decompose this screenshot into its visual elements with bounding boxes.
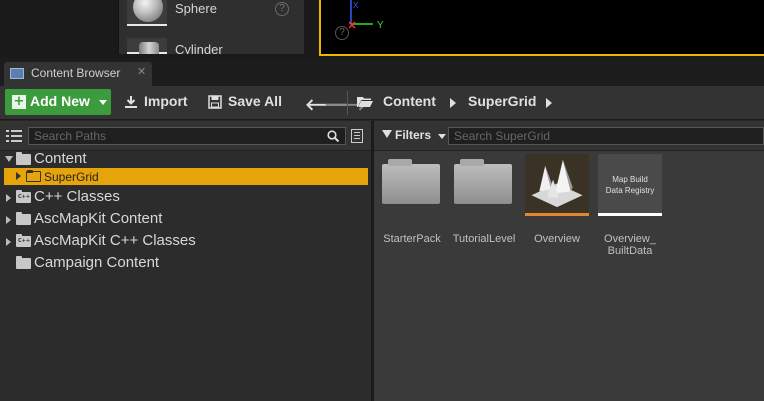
asset-thumbnail xyxy=(454,154,518,216)
folder-open-icon xyxy=(357,97,373,107)
cylinder-thumbnail xyxy=(127,38,167,54)
import-button[interactable]: Import xyxy=(124,93,194,113)
asset-name: Overview xyxy=(534,233,580,245)
map-build-data-thumbnail: Map Build Data Registry xyxy=(598,154,662,216)
add-new-label: Add New xyxy=(30,93,90,109)
axis-y-label: Y xyxy=(377,20,384,31)
place-item-label: Cylinder xyxy=(175,42,223,54)
folder-icon xyxy=(382,159,440,204)
import-icon xyxy=(125,96,137,108)
folder-icon xyxy=(16,256,31,269)
cpp-folder-icon: C++ xyxy=(16,190,31,203)
asset-search-placeholder: Search SuperGrid xyxy=(454,129,551,143)
tree-item-label: AscMapKit C++ Classes xyxy=(34,232,196,249)
tree-item-campaign-content[interactable]: Campaign Content xyxy=(0,254,371,274)
collapsed-arrow-icon[interactable] xyxy=(6,238,11,246)
sources-panel: Search Paths Content SuperGrid C++ C++ C… xyxy=(0,121,371,401)
chevron-down-icon xyxy=(438,134,446,139)
content-browser-toolbar: + Add New Import Save All 🡐 🡒 Content Su… xyxy=(0,86,764,120)
place-item-label: Sphere xyxy=(175,1,217,16)
close-icon[interactable]: ✕ xyxy=(137,65,146,78)
search-icon[interactable] xyxy=(327,130,339,142)
tree-item-cpp-classes[interactable]: C++ C++ Classes xyxy=(0,188,371,208)
asset-name: TutorialLevel xyxy=(452,233,516,245)
help-icon[interactable]: ? xyxy=(275,2,289,16)
folder-icon xyxy=(454,159,512,204)
tree-item-label: Content xyxy=(34,150,87,167)
place-item-sphere[interactable]: Sphere ? xyxy=(125,0,301,28)
path-search-row: Search Paths xyxy=(0,121,371,151)
chevron-down-icon xyxy=(99,100,107,105)
tree-item-label: Campaign Content xyxy=(34,254,160,271)
tree-view-icon[interactable] xyxy=(6,129,22,143)
content-browser-icon xyxy=(10,68,24,79)
tree-item-ascmapkit-cpp-classes[interactable]: C++ AscMapKit C++ Classes xyxy=(0,232,371,252)
breadcrumb-content[interactable]: Content xyxy=(383,93,436,109)
breadcrumb-chevron-icon[interactable] xyxy=(450,98,456,108)
sphere-icon xyxy=(133,0,163,22)
breadcrumb-chevron-icon[interactable] xyxy=(546,98,552,108)
filters-label: Filters xyxy=(395,128,432,142)
place-actors-panel: Sphere ? Cylinder xyxy=(118,0,304,54)
cylinder-icon xyxy=(139,42,159,54)
cpp-folder-icon: C++ xyxy=(16,234,31,247)
collapsed-arrow-icon[interactable] xyxy=(6,194,11,202)
asset-view-panel: Filters Search SuperGrid StarterPack Tut… xyxy=(374,121,764,401)
asset-search-input[interactable]: Search SuperGrid xyxy=(448,127,764,145)
save-all-button[interactable]: Save All xyxy=(208,93,288,113)
thumbnail-caption: Map Build Data Registry xyxy=(605,175,655,195)
folder-icon xyxy=(26,170,41,182)
save-all-label: Save All xyxy=(228,93,282,109)
path-search-input[interactable]: Search Paths xyxy=(28,127,346,145)
level-viewport[interactable]: Y X ? xyxy=(319,0,764,56)
viewport-help-icon[interactable]: ? xyxy=(335,26,349,40)
collapsed-arrow-icon[interactable] xyxy=(6,216,11,224)
add-new-button[interactable]: + Add New xyxy=(5,89,111,115)
filter-icon xyxy=(382,130,392,138)
sphere-thumbnail xyxy=(127,0,167,26)
tree-item-label: AscMapKit Content xyxy=(34,210,163,227)
collapsed-arrow-icon[interactable] xyxy=(16,172,21,180)
folder-icon xyxy=(16,152,31,165)
asset-filter-row: Filters Search SuperGrid xyxy=(374,121,764,151)
toolbar-divider xyxy=(347,91,348,115)
save-icon xyxy=(208,95,222,109)
tree-item-label: C++ Classes xyxy=(34,188,120,205)
expanded-arrow-icon[interactable] xyxy=(5,156,13,162)
tree-item-ascmapkit-content[interactable]: AscMapKit Content xyxy=(0,210,371,230)
place-item-cylinder[interactable]: Cylinder xyxy=(125,38,301,54)
tab-content-browser[interactable]: Content Browser ✕ xyxy=(4,62,152,86)
tree-item-supergrid[interactable]: SuperGrid xyxy=(4,168,368,185)
tab-bar: Content Browser ✕ xyxy=(0,58,764,86)
axis-gizmo-icon: Y X xyxy=(349,0,384,31)
level-thumbnail xyxy=(525,154,589,216)
asset-name: Overview_ BuiltData xyxy=(604,233,656,257)
path-search-placeholder: Search Paths xyxy=(34,129,107,143)
level-map-icon xyxy=(531,159,583,208)
top-area: Sphere ? Cylinder Y X ? xyxy=(0,0,764,58)
tree-item-label: SuperGrid xyxy=(44,170,99,184)
editor-window: Sphere ? Cylinder Y X ? Content Browser xyxy=(0,0,764,401)
tree-item-content[interactable]: Content xyxy=(0,150,371,170)
axis-x-label: X xyxy=(353,1,359,10)
view-options-icon[interactable] xyxy=(351,129,363,143)
asset-name: StarterPack xyxy=(383,233,441,245)
add-icon: + xyxy=(12,94,26,109)
folder-icon xyxy=(16,212,31,225)
tab-label: Content Browser xyxy=(31,66,121,80)
asset-thumbnail xyxy=(382,154,446,216)
breadcrumb-supergrid[interactable]: SuperGrid xyxy=(468,93,536,109)
import-label: Import xyxy=(144,93,188,109)
